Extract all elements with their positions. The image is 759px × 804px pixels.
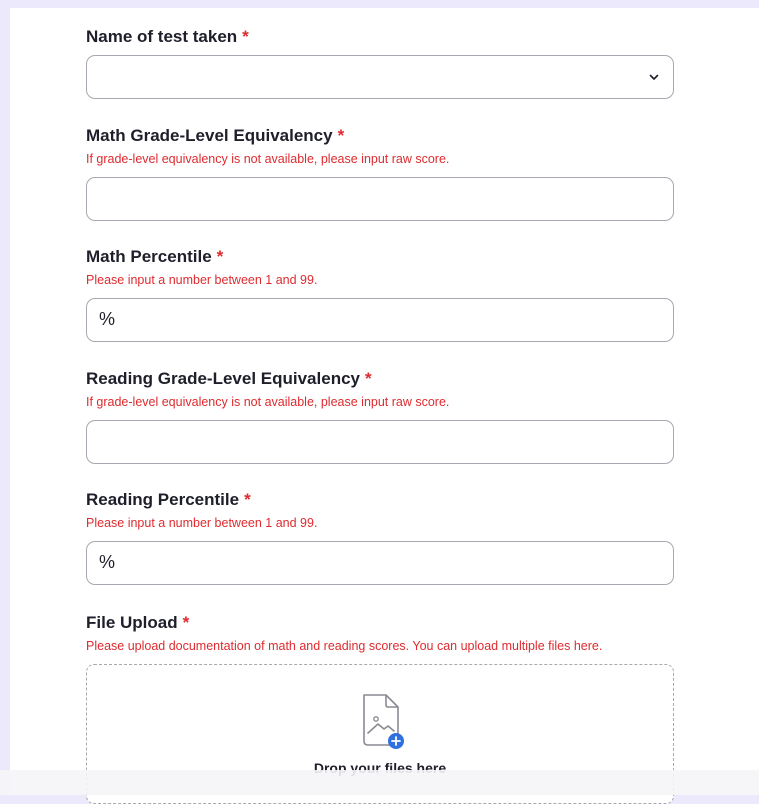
required-marker: * xyxy=(216,247,224,266)
math-percentile-input[interactable]: % xyxy=(86,298,674,342)
help-text: Please input a number between 1 and 99. xyxy=(86,273,318,287)
reading-percentile-input[interactable]: % xyxy=(86,541,674,585)
math-grade-input[interactable] xyxy=(86,177,674,221)
required-marker: * xyxy=(337,126,345,145)
label-text: Reading Grade-Level Equivalency xyxy=(86,369,360,388)
label-text: Math Grade-Level Equivalency xyxy=(86,126,333,145)
required-marker: * xyxy=(244,490,251,509)
field-label: Reading Grade-Level Equivalency * xyxy=(86,368,674,390)
required-marker: * xyxy=(364,369,372,388)
field-reading-percentile: Reading Percentile * Please input a numbe… xyxy=(86,489,674,585)
field-label: File Upload * xyxy=(86,612,674,634)
label-text: Name of test taken xyxy=(86,27,238,46)
percent-suffix: % xyxy=(99,552,116,572)
help-text: Please input a number between 1 and 99. xyxy=(86,516,318,530)
field-test-name: Name of test taken * xyxy=(86,26,674,99)
test-name-select[interactable] xyxy=(86,55,674,99)
percent-suffix: % xyxy=(99,309,116,329)
field-reading-grade: Reading Grade-Level Equivalency * If grad… xyxy=(86,368,674,464)
label-text: Reading Percentile xyxy=(86,490,240,509)
field-file-upload: File Upload * Please upload documentation… xyxy=(86,612,674,654)
label-text: File Upload xyxy=(86,613,178,632)
field-label: Math Grade-Level Equivalency * xyxy=(86,125,674,147)
required-marker: * xyxy=(182,613,190,632)
required-marker: * xyxy=(242,27,249,46)
chevron-down-icon xyxy=(649,74,659,80)
label-text: Math Percentile xyxy=(86,247,212,266)
image-file-add-icon xyxy=(363,694,404,749)
page-bottom-bar xyxy=(0,770,759,795)
help-text: If grade-level equivalency is not availa… xyxy=(86,152,450,166)
field-label: Name of test taken * xyxy=(86,26,674,48)
field-label: Reading Percentile * xyxy=(86,489,674,511)
field-math-grade: Math Grade-Level Equivalency * If grade-l… xyxy=(86,125,674,221)
help-text: Please upload documentation of math and … xyxy=(86,639,603,653)
field-math-percentile: Math Percentile * Please input a number b… xyxy=(86,246,674,342)
help-text: If grade-level equivalency is not availa… xyxy=(86,395,450,409)
reading-grade-input[interactable] xyxy=(86,420,674,464)
field-label: Math Percentile * xyxy=(86,246,674,268)
